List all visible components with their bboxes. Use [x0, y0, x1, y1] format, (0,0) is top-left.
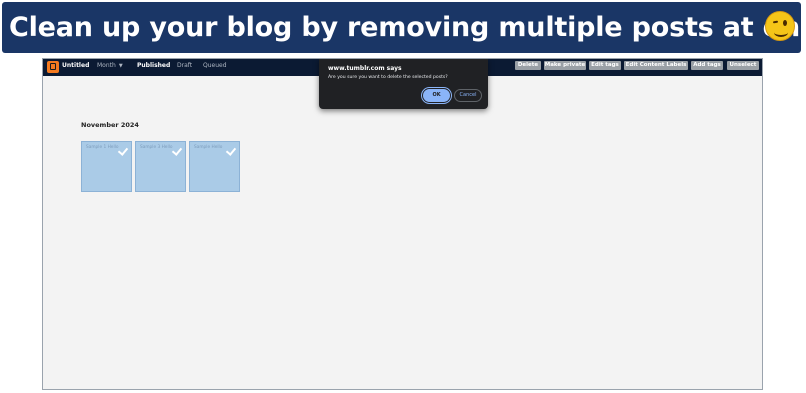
tumblr-mass-editor-screenshot: Untitled Month ▼ Published Draft Queued D… — [42, 58, 763, 390]
tab-queued[interactable]: Queued — [203, 62, 227, 69]
make-private-button[interactable]: Make private — [544, 61, 586, 70]
post-tile[interactable]: Sample 3 Hello — [135, 141, 186, 192]
blog-name[interactable]: Untitled — [62, 62, 89, 69]
delete-button[interactable]: Delete — [515, 61, 541, 70]
post-title: Sample 1 Hello — [86, 145, 119, 150]
month-dropdown-label: Month — [97, 62, 116, 69]
add-tags-button[interactable]: Add tags — [691, 61, 723, 70]
post-title: Sample 3 Hello — [140, 145, 173, 150]
checkmark-icon — [117, 145, 129, 156]
caption-banner: Clean up your blog by removing multiple … — [0, 0, 806, 58]
caption-box: Clean up your blog by removing multiple … — [2, 2, 806, 53]
winking-face-icon — [765, 11, 795, 41]
month-dropdown[interactable]: Month ▼ — [97, 62, 123, 69]
caption-text: Clean up your blog by removing multiple … — [9, 12, 806, 43]
cancel-button[interactable]: Cancel — [454, 89, 482, 102]
ok-button[interactable]: OK — [423, 89, 450, 102]
unselect-button[interactable]: Unselect — [727, 61, 759, 70]
confirm-delete-dialog: www.tumblr.com says Are you sure you wan… — [319, 59, 488, 109]
checkmark-icon — [171, 145, 183, 156]
tab-published[interactable]: Published — [137, 62, 170, 69]
post-tile[interactable]: Sample 1 Hello — [81, 141, 132, 192]
tab-draft[interactable]: Draft — [177, 62, 192, 69]
post-title: Sample Hello — [194, 145, 223, 150]
post-tile[interactable]: Sample Hello — [189, 141, 240, 192]
chevron-down-icon: ▼ — [118, 63, 123, 69]
checkmark-icon — [225, 145, 237, 156]
dialog-message: Are you sure you want to delete the sele… — [328, 75, 448, 80]
tumblr-logo-icon[interactable] — [47, 61, 59, 73]
edit-tags-button[interactable]: Edit tags — [589, 61, 621, 70]
edit-content-labels-button[interactable]: Edit Content Labels — [624, 61, 688, 70]
dialog-title: www.tumblr.com says — [328, 65, 402, 72]
month-heading: November 2024 — [81, 121, 139, 129]
